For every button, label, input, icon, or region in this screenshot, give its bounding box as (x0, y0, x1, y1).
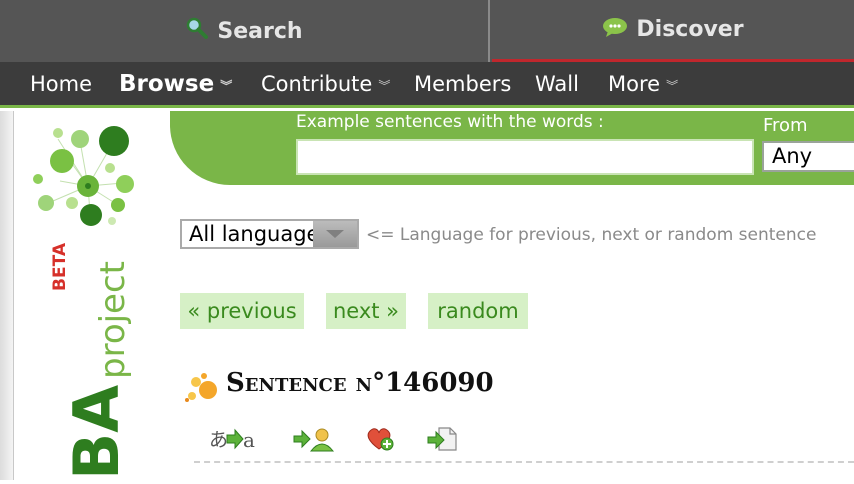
search-label: Example sentences with the words : (296, 112, 604, 132)
svg-text:a: a (243, 428, 255, 452)
sentence-title: Sentence n°146090 (226, 368, 494, 398)
main-menu: Home Browse ︾ Contribute ︾ Members Wall … (0, 62, 854, 108)
site-logo[interactable]: BETA project BA (18, 111, 168, 480)
random-button[interactable]: random (428, 293, 528, 329)
menu-item-browse[interactable]: Browse ︾ (119, 62, 232, 106)
favorite-icon[interactable] (366, 424, 396, 454)
language-filter-value: All languages (189, 222, 317, 246)
discover-tab[interactable]: Discover (492, 0, 854, 62)
previous-button-label: « previous (187, 299, 297, 323)
menu-item-label: Contribute (261, 72, 373, 96)
chat-bubble-icon (602, 17, 628, 43)
menu-item-more[interactable]: More ︾ (608, 62, 678, 106)
from-label: From (763, 115, 808, 136)
next-button[interactable]: next » (326, 293, 406, 329)
next-button-label: next » (332, 299, 400, 323)
language-filter-hint: <= Language for previous, next or random… (366, 225, 817, 245)
menu-item-members[interactable]: Members (414, 62, 511, 106)
top-tab-bar: Search Discover (0, 0, 854, 62)
translate-icon[interactable]: あ a (209, 424, 259, 454)
section-divider (194, 461, 854, 463)
menu-item-label: Members (414, 72, 512, 96)
menu-item-label: Wall (535, 72, 579, 96)
search-tab[interactable]: Search (0, 0, 490, 62)
discover-tab-label: Discover (636, 17, 744, 42)
menu-item-home[interactable]: Home (30, 62, 92, 106)
page-left-edge (0, 111, 14, 480)
from-language-select[interactable]: Any (762, 141, 854, 172)
svg-text:あ: あ (209, 429, 228, 451)
logo-beta-text: BETA (50, 242, 70, 291)
menu-item-label: Browse (119, 71, 215, 97)
menu-item-label: More (608, 72, 661, 96)
language-filter-select[interactable]: All languages (180, 219, 359, 249)
dropdown-arrow-icon (313, 221, 357, 247)
logo-ba-text: BA (60, 385, 133, 480)
magnifier-icon (185, 16, 209, 46)
sentence-icon (184, 372, 220, 404)
search-input[interactable] (296, 139, 754, 175)
menu-item-wall[interactable]: Wall (535, 62, 579, 106)
adopt-icon[interactable] (293, 424, 335, 454)
previous-button[interactable]: « previous (180, 293, 304, 329)
chevron-down-icon: ︾ (666, 79, 679, 93)
search-tab-label: Search (217, 18, 303, 44)
add-to-list-icon[interactable] (427, 424, 459, 454)
chevron-down-icon: ︾ (220, 79, 233, 93)
menu-item-contribute[interactable]: Contribute ︾ (261, 62, 390, 106)
logo-project-text: project (93, 261, 133, 379)
menu-item-label: Home (30, 72, 93, 96)
random-button-label: random (437, 299, 519, 323)
chevron-down-icon: ︾ (378, 79, 391, 93)
